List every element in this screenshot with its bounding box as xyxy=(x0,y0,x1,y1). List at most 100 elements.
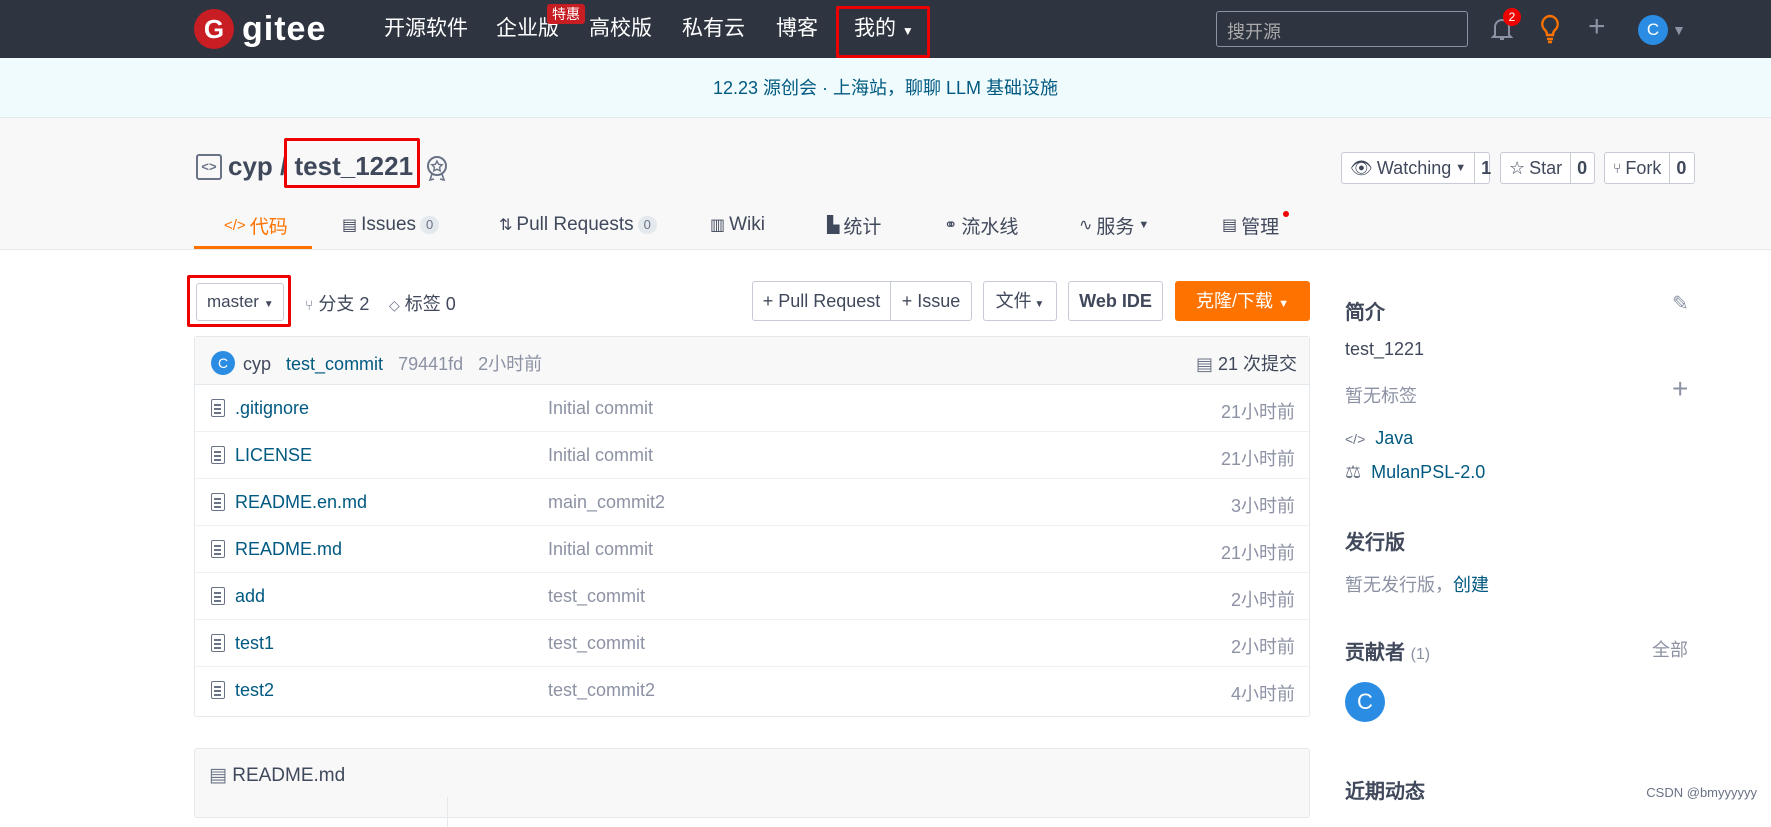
readme-header: ▤ README.md xyxy=(209,764,345,787)
file-icon xyxy=(211,634,225,652)
file-icon xyxy=(211,493,225,511)
chevron-down-icon[interactable]: ▼ xyxy=(1672,22,1686,38)
fork-icon: ⑂ xyxy=(1613,153,1621,183)
clone-download-button[interactable]: 克隆/下载 ▼ xyxy=(1175,281,1310,321)
commit-hash[interactable]: 79441fd xyxy=(398,354,463,374)
wiki-icon: ▥ xyxy=(710,215,725,235)
tab-label: 统计 xyxy=(843,212,881,239)
all-contributors-link[interactable]: 全部 xyxy=(1652,636,1688,662)
web-ide-button[interactable]: Web IDE xyxy=(1068,281,1163,321)
tab-manage[interactable]: ▤管理 xyxy=(1222,210,1279,240)
watch-count[interactable]: 1 xyxy=(1475,153,1497,183)
tab-label: 流水线 xyxy=(961,212,1018,239)
commit-message[interactable]: test_commit xyxy=(286,354,383,374)
recent-activity-title: 近期动态 xyxy=(1345,775,1425,804)
file-row[interactable]: add test_commit 2小时前 xyxy=(195,573,1309,620)
file-icon: ▤ xyxy=(209,765,227,786)
chevron-down-icon: ▼ xyxy=(1455,153,1466,183)
lightbulb-icon[interactable] xyxy=(1538,14,1562,44)
watch-button[interactable]: 👁Watching▼ xyxy=(1342,153,1475,183)
commit-author[interactable]: cyp xyxy=(243,354,271,374)
branch-icon: ⑂ xyxy=(305,297,313,313)
contributors-title: 贡献者 (1) xyxy=(1345,636,1430,665)
nav-private-cloud[interactable]: 私有云 xyxy=(682,14,745,44)
file-row[interactable]: .gitignore Initial commit 21小时前 xyxy=(195,385,1309,432)
branches-link[interactable]: ⑂ 分支 2 xyxy=(305,290,369,316)
fork-count[interactable]: 0 xyxy=(1670,153,1692,183)
pipeline-icon: ⚭ xyxy=(944,215,957,235)
file-commit-message[interactable]: main_commit2 xyxy=(548,492,665,513)
file-commit-message[interactable]: Initial commit xyxy=(548,398,653,419)
commit-author-avatar[interactable]: C xyxy=(211,351,235,375)
stats-icon: ▙ xyxy=(827,215,839,235)
create-release-link[interactable]: 创建 xyxy=(1453,575,1489,595)
file-commit-message[interactable]: Initial commit xyxy=(548,539,653,560)
medal-icon[interactable] xyxy=(424,154,450,182)
file-menu-button[interactable]: 文件 ▼ xyxy=(983,281,1057,321)
nav-education[interactable]: 高校版 xyxy=(589,14,652,44)
tab-count: 0 xyxy=(420,216,439,234)
scale-icon: ⚖ xyxy=(1345,462,1361,482)
nav-open-source[interactable]: 开源软件 xyxy=(384,14,468,44)
tab-pipeline[interactable]: ⚭流水线 xyxy=(944,210,1018,240)
file-name-link[interactable]: test2 xyxy=(235,680,274,701)
contributors-label: 贡献者 xyxy=(1345,642,1405,664)
file-name-link[interactable]: .gitignore xyxy=(235,398,309,419)
edit-icon[interactable]: ✎ xyxy=(1672,291,1689,316)
brand-name: gitee xyxy=(242,10,326,49)
releases-info: 暂无发行版，创建 xyxy=(1345,571,1489,597)
file-name-link[interactable]: add xyxy=(235,586,265,607)
manage-icon: ▤ xyxy=(1222,215,1237,235)
tab-code[interactable]: </>代码 xyxy=(224,210,288,240)
file-row[interactable]: README.en.mdmain_commit23小时前 xyxy=(195,479,1309,526)
file-commit-time: 2小时前 xyxy=(1231,586,1295,612)
banner-text[interactable]: 12.23 源创会 · 上海站，聊聊 LLM 基础设施 xyxy=(713,78,1058,98)
file-name-link[interactable]: LICENSE xyxy=(235,445,312,466)
tab-pull-requests[interactable]: ⇅Pull Requests0 xyxy=(499,210,657,240)
chevron-down-icon: ▼ xyxy=(1032,299,1045,310)
add-tag-icon[interactable]: + xyxy=(1672,374,1688,404)
nav-blog[interactable]: 博客 xyxy=(776,14,818,44)
file-commit-time: 21小时前 xyxy=(1221,445,1295,471)
file-commit-time: 21小时前 xyxy=(1221,398,1295,424)
new-pull-request-button[interactable]: + Pull Request xyxy=(752,281,891,321)
tab-wiki[interactable]: ▥Wiki xyxy=(710,210,765,240)
pull-request-icon: ⇅ xyxy=(499,215,512,235)
search-input[interactable]: 搜开源 xyxy=(1216,11,1468,47)
tab-stats[interactable]: ▙统计 xyxy=(827,210,881,240)
announcement-banner[interactable]: 12.23 源创会 · 上海站，聊聊 LLM 基础设施 xyxy=(0,58,1771,118)
star-button[interactable]: ☆Star xyxy=(1501,153,1571,183)
readme-panel: ▤ README.md xyxy=(194,748,1310,818)
tab-issues[interactable]: ▤Issues0 xyxy=(342,210,439,240)
repo-owner-link[interactable]: cyp xyxy=(228,151,273,181)
user-avatar[interactable]: C xyxy=(1638,15,1668,45)
file-commit-message[interactable]: Initial commit xyxy=(548,445,653,466)
file-row[interactable]: README.mdInitial commit21小时前 xyxy=(195,526,1309,573)
file-commit-message[interactable]: test_commit2 xyxy=(548,680,655,701)
contributor-avatar[interactable]: C xyxy=(1345,682,1385,722)
file-name-link[interactable]: README.en.md xyxy=(235,492,367,513)
license-link[interactable]: MulanPSL-2.0 xyxy=(1371,462,1485,482)
language-link[interactable]: Java xyxy=(1375,428,1413,448)
tab-service[interactable]: ∿服务▼ xyxy=(1079,210,1149,240)
star-count[interactable]: 0 xyxy=(1571,153,1593,183)
star-icon: ☆ xyxy=(1509,153,1525,183)
new-issue-button[interactable]: + Issue xyxy=(890,281,972,321)
file-commit-message[interactable]: test_commit xyxy=(548,586,645,607)
commit-count-link[interactable]: ▤ 21 次提交 xyxy=(1196,350,1297,376)
plus-icon[interactable]: + xyxy=(1588,12,1606,42)
file-row[interactable]: test2test_commit24小时前 xyxy=(195,667,1309,714)
file-name-link[interactable]: README.md xyxy=(235,539,342,560)
file-name-link[interactable]: test1 xyxy=(235,633,274,654)
tags-link[interactable]: ◇ 标签 0 xyxy=(389,290,456,316)
gitee-logo[interactable]: G gitee xyxy=(194,9,326,49)
repo-description: test_1221 xyxy=(1345,339,1424,360)
fork-button[interactable]: ⑂Fork xyxy=(1605,153,1670,183)
file-row[interactable]: LICENSE Initial commit 21小时前 xyxy=(195,432,1309,479)
file-icon xyxy=(211,587,225,605)
file-commit-time: 2小时前 xyxy=(1231,633,1295,659)
chevron-down-icon: ▼ xyxy=(1138,219,1149,231)
tags-label: 标签 0 xyxy=(405,294,456,314)
file-row[interactable]: test1 test_commit 2小时前 xyxy=(195,620,1309,667)
file-commit-message[interactable]: test_commit xyxy=(548,633,645,654)
